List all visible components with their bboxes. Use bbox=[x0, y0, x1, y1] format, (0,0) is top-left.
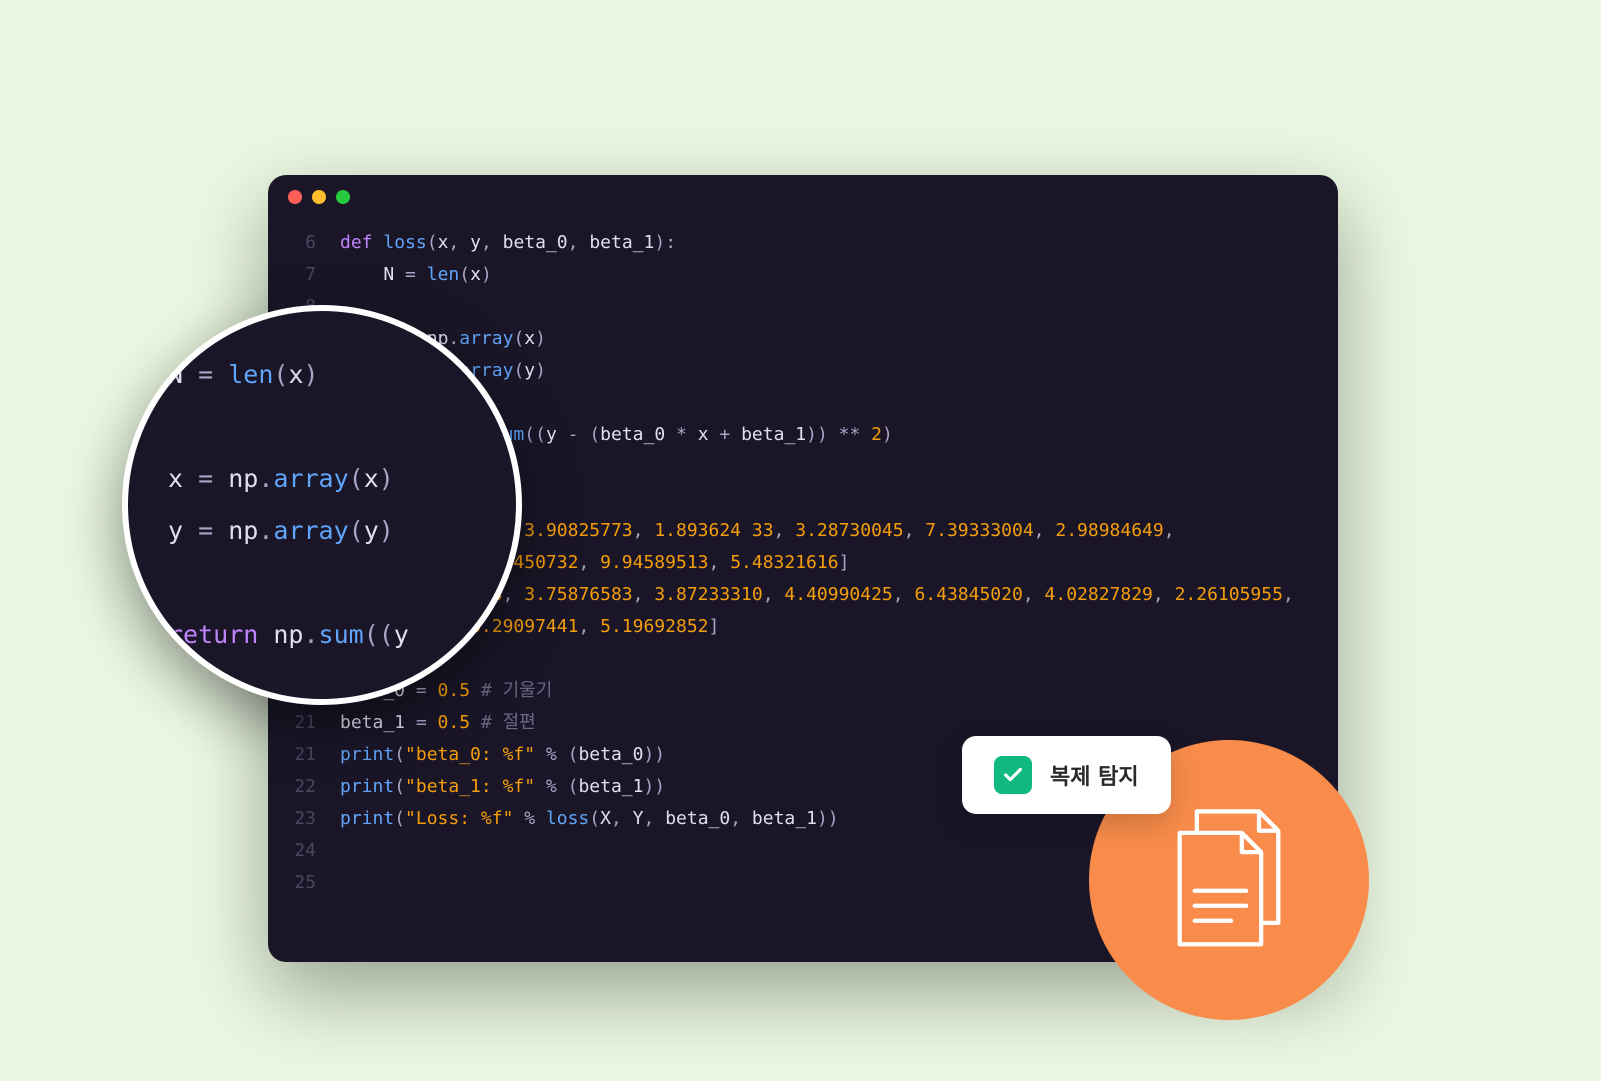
line-content: N = len(x) bbox=[340, 259, 1338, 291]
line-content: def loss(x, y, beta_0, beta_1): bbox=[340, 227, 1338, 259]
code-line: 6def loss(x, y, beta_0, beta_1): bbox=[268, 227, 1338, 259]
code-line: 21beta_1 = 0.5 # 절편 bbox=[268, 707, 1338, 739]
line-content: y = np.array(y) bbox=[340, 355, 1338, 387]
line-content: 7.15768995, 6.29097441, 5.19692852] bbox=[340, 611, 1338, 643]
line-number: 21 bbox=[268, 707, 340, 739]
line-content: beta_1 = 0.5 # 절편 bbox=[340, 707, 1338, 739]
minimize-icon[interactable] bbox=[312, 190, 326, 204]
line-number: 7 bbox=[268, 259, 340, 291]
window-titlebar bbox=[268, 175, 1338, 219]
line-content: beta_0 = 0.5 # 기울기 bbox=[340, 675, 1338, 707]
code-line: 7 N = len(x) bbox=[268, 259, 1338, 291]
magnifier-lens: N = len(x) x = np.array(x)y = np.array(y… bbox=[122, 305, 522, 705]
code-line: 20beta_0 = 0.5 # 기울기 bbox=[268, 675, 1338, 707]
check-icon bbox=[994, 756, 1032, 794]
line-number: 23 bbox=[268, 803, 340, 835]
line-content bbox=[340, 643, 1338, 675]
line-number: 24 bbox=[268, 835, 340, 867]
line-content bbox=[340, 291, 1338, 323]
zoom-icon[interactable] bbox=[336, 190, 350, 204]
code-line: 8 bbox=[268, 291, 1338, 323]
magnifier-code: N = len(x) x = np.array(x)y = np.array(y… bbox=[128, 349, 516, 661]
badge-label: 복제 탐지 bbox=[1050, 759, 1139, 791]
line-content: x = np.array(x) bbox=[340, 323, 1338, 355]
close-icon[interactable] bbox=[288, 190, 302, 204]
line-number: 21 bbox=[268, 739, 340, 771]
detection-badge: 복제 탐지 bbox=[962, 736, 1171, 814]
line-number: 25 bbox=[268, 867, 340, 899]
line-number: 6 bbox=[268, 227, 340, 259]
documents-icon bbox=[1164, 805, 1294, 955]
line-number: 22 bbox=[268, 771, 340, 803]
